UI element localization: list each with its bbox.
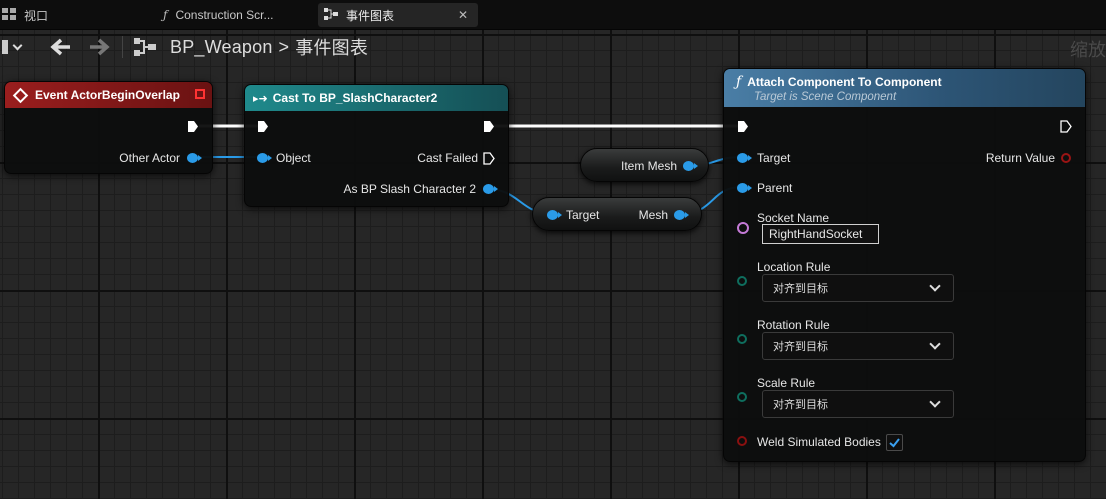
tab-event-graph[interactable]: 事件图表 ✕: [318, 3, 478, 27]
object-pin-icon: [737, 153, 752, 163]
enum-pin-icon[interactable]: [737, 276, 747, 286]
function-icon: ƒ: [163, 8, 168, 22]
breadcrumb: BP_Weapon > 事件图表: [170, 30, 368, 64]
tab-construction-script[interactable]: ƒ Construction Scr...: [163, 3, 274, 27]
object-pin-icon: [737, 183, 752, 193]
rotation-rule-label: Rotation Rule: [757, 318, 830, 332]
node-header: ƒ Attach Component To Component Target i…: [724, 69, 1085, 107]
dropdown-value: 对齐到目标: [773, 341, 828, 353]
scale-rule-dropdown[interactable]: 对齐到目标: [762, 390, 954, 418]
checkmark-icon: [889, 438, 900, 448]
pin-label: Item Mesh: [621, 159, 678, 173]
chevron-down-icon: [929, 280, 941, 292]
back-arrow-icon: [50, 38, 70, 56]
node-header: ▸➜ Cast To BP_SlashCharacter2: [245, 85, 508, 111]
exec-in-pin[interactable]: [737, 120, 749, 133]
graph-type-icon: [133, 30, 157, 64]
chevron-down-icon: [929, 396, 941, 408]
pin-item-mesh[interactable]: Item Mesh: [621, 159, 699, 173]
pin-parent[interactable]: Parent: [737, 181, 792, 195]
location-rule-dropdown[interactable]: 对齐到目标: [762, 274, 954, 302]
enum-pin-icon[interactable]: [737, 334, 747, 344]
socket-name-input[interactable]: RightHandSocket: [762, 224, 879, 244]
event-icon: [12, 87, 29, 103]
cast-to-node[interactable]: ▸➜ Cast To BP_SlashCharacter2 Object Cas…: [244, 84, 509, 207]
bool-pin-icon: [1061, 153, 1071, 163]
pin-label: Return Value: [985, 151, 1055, 165]
delegate-pin-icon[interactable]: [195, 89, 205, 99]
object-pin-icon: [547, 210, 562, 220]
tab-viewport[interactable]: 视口: [2, 3, 48, 27]
pin-other-actor[interactable]: Other Actor: [119, 151, 202, 165]
breadcrumb-root[interactable]: BP_Weapon: [170, 37, 273, 58]
node-title: Cast To BP_SlashCharacter2: [272, 91, 438, 105]
pin-cast-failed[interactable]: Cast Failed: [417, 151, 495, 165]
exec-pin-icon: [483, 151, 495, 165]
exec-out-pin[interactable]: [1060, 120, 1072, 133]
rotation-rule-dropdown[interactable]: 对齐到目标: [762, 332, 954, 360]
node-subtitle: Target is Scene Component: [754, 90, 897, 103]
pin-object[interactable]: Object: [257, 151, 311, 165]
bookmark-menu[interactable]: [2, 30, 23, 64]
event-graph-icon: [324, 7, 338, 23]
pin-label: Other Actor: [119, 151, 180, 165]
bookmark-icon: [2, 40, 8, 54]
attach-component-node[interactable]: ƒ Attach Component To Component Target i…: [723, 68, 1086, 462]
exec-out-pin[interactable]: [187, 120, 199, 133]
back-button[interactable]: [50, 30, 72, 64]
close-icon[interactable]: ✕: [458, 8, 468, 22]
pin-label: Mesh: [638, 208, 668, 222]
pin-label: As BP Slash Character 2: [343, 182, 476, 196]
pin-label: Target: [757, 151, 791, 165]
event-actor-begin-overlap-node[interactable]: Event ActorBeginOverlap Other Actor: [4, 81, 213, 174]
tab-bar: 视口 ƒ Construction Scr... 事件图表 ✕: [0, 0, 1106, 30]
weld-simulated-bodies-checkbox[interactable]: [886, 434, 903, 451]
graph-toolbar: BP_Weapon > 事件图表 缩放: [0, 30, 1106, 64]
object-pin-icon: [674, 210, 689, 220]
dropdown-value: 对齐到目标: [773, 399, 828, 411]
scale-rule-label: Scale Rule: [757, 376, 816, 390]
node-header: Event ActorBeginOverlap: [5, 82, 212, 108]
object-pin-icon: [257, 153, 272, 163]
pin-label: Object: [276, 151, 311, 165]
chevron-down-icon: [929, 338, 941, 350]
cast-icon: ▸➜: [253, 92, 268, 105]
name-pin-icon[interactable]: [737, 222, 749, 234]
exec-in-pin[interactable]: [257, 120, 269, 133]
object-pin-icon: [483, 184, 498, 194]
exec-out-pin[interactable]: [483, 120, 495, 133]
node-title: Event ActorBeginOverlap: [35, 88, 180, 102]
dropdown-value: 对齐到目标: [773, 283, 828, 295]
item-mesh-variable-node[interactable]: Item Mesh: [580, 148, 709, 182]
breadcrumb-current: 事件图表: [295, 38, 369, 58]
tab-label: Construction Scr...: [175, 8, 274, 22]
function-icon: ƒ: [736, 73, 742, 90]
forward-button[interactable]: [88, 30, 110, 64]
pin-label: Cast Failed: [417, 151, 478, 165]
pin-return-value[interactable]: Return Value: [986, 151, 1071, 165]
pin-target[interactable]: Target: [737, 151, 790, 165]
enum-pin-icon[interactable]: [737, 392, 747, 402]
viewport-grid-icon: [2, 7, 16, 23]
pin-as-bp-slash-character[interactable]: As BP Slash Character 2: [343, 182, 498, 196]
node-title: Attach Component To Component: [747, 74, 942, 89]
location-rule-label: Location Rule: [757, 260, 831, 274]
tab-label: 视口: [24, 8, 49, 23]
weld-simulated-bodies-label: Weld Simulated Bodies: [757, 435, 881, 449]
pin-label: Parent: [757, 181, 793, 195]
bool-pin-icon[interactable]: [737, 436, 747, 446]
object-pin-icon: [683, 161, 699, 171]
breadcrumb-separator: >: [278, 36, 290, 57]
pin-mesh[interactable]: Mesh: [638, 208, 689, 222]
get-mesh-node[interactable]: Target Mesh: [532, 197, 702, 231]
pin-target[interactable]: Target: [547, 208, 599, 222]
socket-name-label: Socket Name: [757, 211, 830, 225]
pin-label: Target: [566, 208, 600, 222]
zoom-label: 缩放: [1070, 40, 1106, 60]
toolbar-divider: [122, 36, 123, 58]
tab-label: 事件图表: [346, 8, 395, 23]
chevron-down-icon: [12, 40, 23, 50]
forward-arrow-icon: [90, 38, 110, 56]
object-pin-icon: [187, 153, 202, 163]
